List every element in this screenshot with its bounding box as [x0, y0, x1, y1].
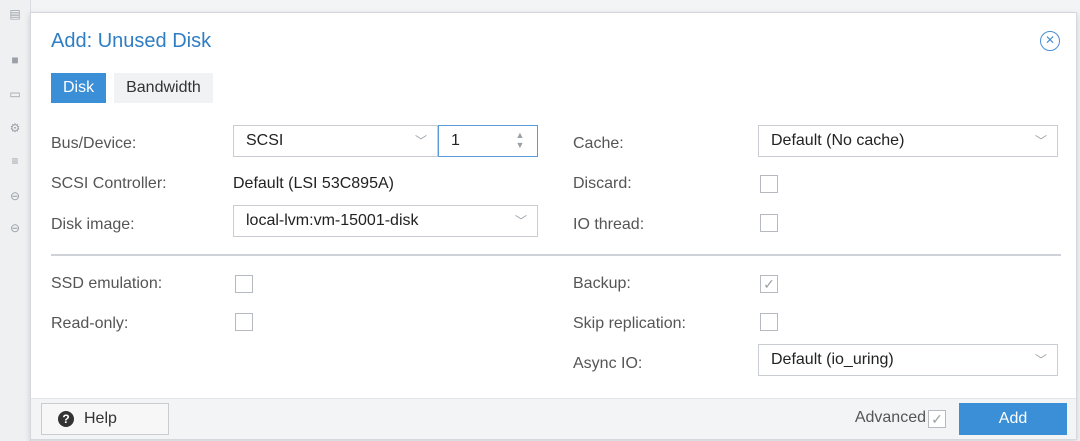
backup-label: Backup:	[573, 275, 631, 292]
cache-select[interactable]: Default (No cache) ﹀	[758, 125, 1058, 157]
ssd-emulation-label: SSD emulation:	[51, 275, 163, 292]
storage-icon: ■	[11, 53, 19, 67]
server-icon: ▤	[9, 7, 21, 21]
io-thread-checkbox[interactable]	[760, 214, 778, 232]
discard-checkbox[interactable]	[760, 175, 778, 193]
bus-select[interactable]: SCSI ﹀	[233, 125, 438, 157]
device-number-stepper[interactable]: 1 ▲ ▼	[438, 125, 538, 157]
cache-value: Default (No cache)	[771, 132, 905, 149]
scsi-controller-label: SCSI Controller:	[51, 175, 167, 192]
tab-disk[interactable]: Disk	[51, 73, 107, 103]
add-unused-disk-dialog: Add: Unused Disk ✕ Disk Bandwidth Bus/De…	[30, 12, 1077, 440]
close-icon[interactable]: ✕	[1040, 31, 1060, 51]
chevron-down-icon: ﹀	[514, 214, 527, 228]
spinner-icon[interactable]: ▲ ▼	[515, 130, 525, 150]
cache-label: Cache:	[573, 135, 624, 152]
async-io-value: Default (io_uring)	[771, 351, 894, 368]
discard-label: Discard:	[573, 175, 632, 192]
add-button[interactable]: Add	[959, 403, 1067, 435]
ssd-emulation-checkbox[interactable]	[235, 275, 253, 293]
tab-bandwidth[interactable]: Bandwidth	[114, 73, 213, 103]
background-sidebar: ▤ ■ ▭ ⚙ ≡ ⊖ ⊖	[0, 0, 31, 441]
chevron-down-icon: ﹀	[1034, 353, 1047, 367]
device-number-value: 1	[451, 132, 460, 149]
advanced-label: Advanced	[854, 409, 926, 426]
gear-icon: ⚙	[9, 121, 21, 135]
monitor-icon: ▭	[9, 87, 21, 101]
async-io-label: Async IO:	[573, 355, 643, 372]
read-only-label: Read-only:	[51, 315, 129, 332]
help-label: Help	[84, 410, 117, 427]
read-only-checkbox[interactable]	[235, 313, 253, 331]
dialog-footer: ? Help Advanced ✓ Add	[31, 398, 1076, 439]
tab-bar: Disk Bandwidth	[51, 73, 221, 103]
help-button[interactable]: ? Help	[41, 403, 169, 435]
async-io-select[interactable]: Default (io_uring) ﹀	[758, 344, 1058, 376]
bus-value: SCSI	[246, 132, 284, 149]
disk-image-label: Disk image:	[51, 216, 135, 233]
chevron-down-icon: ﹀	[414, 134, 427, 148]
disk-image-select[interactable]: local-lvm:vm-15001-disk ﹀	[233, 205, 538, 237]
scsi-controller-value: Default (LSI 53C895A)	[233, 175, 394, 192]
disk-icon: ⊖	[9, 221, 21, 235]
backup-checkbox[interactable]: ✓	[760, 275, 778, 293]
list-icon: ≡	[11, 154, 19, 168]
dialog-title: Add: Unused Disk	[51, 30, 212, 52]
chevron-down-icon: ﹀	[1034, 134, 1047, 148]
io-thread-label: IO thread:	[573, 216, 645, 233]
disk-icon: ⊖	[9, 189, 21, 203]
question-circle-icon: ?	[58, 411, 74, 427]
advanced-checkbox[interactable]: ✓	[928, 410, 946, 428]
disk-image-value: local-lvm:vm-15001-disk	[246, 212, 419, 229]
skip-replication-label: Skip replication:	[573, 315, 686, 332]
section-divider	[51, 254, 1061, 256]
bus-device-label: Bus/Device:	[51, 135, 137, 152]
skip-replication-checkbox[interactable]	[760, 313, 778, 331]
